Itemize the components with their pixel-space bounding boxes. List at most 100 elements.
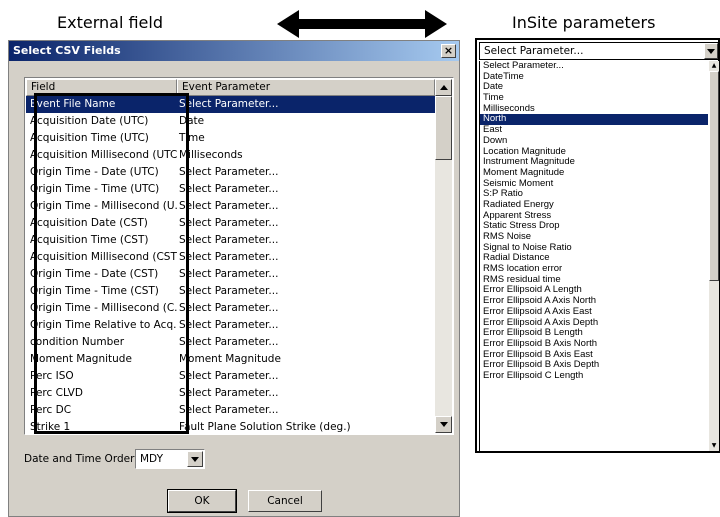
table-row[interactable]: Moment Magnitude Moment Magnitude <box>26 351 435 368</box>
field-cell[interactable]: Origin Time - Millisecond (C... <box>26 300 177 317</box>
parameter-option[interactable]: Location Magnitude <box>480 147 708 158</box>
event-parameter-cell[interactable]: Time <box>177 130 435 147</box>
field-cell[interactable]: Origin Time - Millisecond (U... <box>26 198 177 215</box>
field-cell[interactable]: Origin Time - Date (UTC) <box>26 164 177 181</box>
event-parameter-cell[interactable]: Select Parameter... <box>177 96 435 113</box>
event-parameter-cell[interactable]: Select Parameter... <box>177 249 435 266</box>
table-row[interactable]: Acquisition Millisecond (CST) Select Para… <box>26 249 435 266</box>
table-row[interactable]: Origin Time - Time (UTC) Select Parameter… <box>26 181 435 198</box>
parameter-option[interactable]: Milliseconds <box>480 104 708 115</box>
field-cell[interactable]: Perc ISO <box>26 368 177 385</box>
column-header-field[interactable]: Field <box>26 79 177 96</box>
parameter-option[interactable]: Error Ellipsoid B Axis North <box>480 339 708 350</box>
parameter-option[interactable]: Apparent Stress <box>480 211 708 222</box>
parameter-option[interactable]: Signal to Noise Ratio <box>480 243 708 254</box>
parameter-option[interactable]: Time <box>480 93 708 104</box>
column-header-event-parameter[interactable]: Event Parameter <box>177 79 435 96</box>
event-parameter-cell[interactable]: Milliseconds <box>177 147 435 164</box>
field-cell[interactable]: Acquisition Date (UTC) <box>26 113 177 130</box>
parameter-option[interactable]: Error Ellipsoid A Axis North <box>480 296 708 307</box>
parameter-option[interactable]: Select Parameter... <box>480 61 708 72</box>
parameter-option[interactable]: Error Ellipsoid C Length <box>480 371 708 382</box>
table-row[interactable]: Acquisition Date (CST) Select Parameter..… <box>26 215 435 232</box>
scroll-down-button[interactable] <box>435 416 452 433</box>
cancel-button[interactable]: Cancel <box>248 490 322 512</box>
grid-scrollbar[interactable] <box>435 79 452 433</box>
scroll-thumb[interactable] <box>709 71 719 281</box>
parameter-option[interactable]: DateTime <box>480 72 708 83</box>
dropdown-button[interactable] <box>704 43 718 59</box>
field-cell[interactable]: Acquisition Millisecond (UTC) <box>26 147 177 164</box>
parameter-option[interactable]: North <box>480 114 708 126</box>
field-cell[interactable]: Acquisition Time (UTC) <box>26 130 177 147</box>
event-parameter-cell[interactable]: Select Parameter... <box>177 300 435 317</box>
event-parameter-cell[interactable]: Select Parameter... <box>177 198 435 215</box>
event-parameter-cell[interactable]: Select Parameter... <box>177 215 435 232</box>
event-parameter-cell[interactable]: Select Parameter... <box>177 283 435 300</box>
scroll-up-arrow-icon[interactable]: ▲ <box>709 61 719 71</box>
dropdown-button[interactable] <box>187 451 203 467</box>
parameter-option[interactable]: Error Ellipsoid A Length <box>480 285 708 296</box>
table-row[interactable]: Origin Time - Date (UTC) Select Parameter… <box>26 164 435 181</box>
table-row[interactable]: Perc DC Select Parameter... <box>26 402 435 419</box>
field-cell[interactable]: Acquisition Date (CST) <box>26 215 177 232</box>
parameter-select[interactable]: Select Parameter... <box>479 42 719 60</box>
parameter-option[interactable]: East <box>480 125 708 136</box>
field-cell[interactable]: Moment Magnitude <box>26 351 177 368</box>
field-cell[interactable]: Origin Time Relative to Acq... <box>26 317 177 334</box>
scroll-down-arrow-icon[interactable]: ▼ <box>709 441 719 451</box>
field-cell[interactable]: condition Number <box>26 334 177 351</box>
table-row[interactable]: Event File Name Select Parameter... <box>26 96 435 113</box>
parameter-option[interactable]: Error Ellipsoid B Axis Depth <box>480 360 708 371</box>
event-parameter-cell[interactable]: Fault Plane Solution Strike (deg.) <box>177 419 435 433</box>
event-parameter-cell[interactable]: Select Parameter... <box>177 266 435 283</box>
table-row[interactable]: Origin Time - Millisecond (U... Select Pa… <box>26 198 435 215</box>
table-row[interactable]: Strike 1 Fault Plane Solution Strike (deg… <box>26 419 435 433</box>
event-parameter-cell[interactable]: Select Parameter... <box>177 334 435 351</box>
parameter-option[interactable]: Radiated Energy <box>480 200 708 211</box>
field-cell[interactable]: Perc CLVD <box>26 385 177 402</box>
table-row[interactable]: Acquisition Time (UTC) Time <box>26 130 435 147</box>
field-cell[interactable]: Acquisition Time (CST) <box>26 232 177 249</box>
dialog-titlebar[interactable]: Select CSV Fields × <box>9 41 459 61</box>
event-parameter-cell[interactable]: Moment Magnitude <box>177 351 435 368</box>
parameter-option[interactable]: Instrument Magnitude <box>480 157 708 168</box>
table-row[interactable]: Acquisition Date (UTC) Date <box>26 113 435 130</box>
event-parameter-cell[interactable]: Select Parameter... <box>177 368 435 385</box>
table-row[interactable]: Origin Time Relative to Acq... Select Par… <box>26 317 435 334</box>
parameter-option[interactable]: RMS location error <box>480 264 708 275</box>
parameter-option[interactable]: Static Stress Drop <box>480 221 708 232</box>
field-cell[interactable]: Perc DC <box>26 402 177 419</box>
table-row[interactable]: Origin Time - Time (CST) Select Parameter… <box>26 283 435 300</box>
parameter-option[interactable]: Error Ellipsoid A Axis Depth <box>480 318 708 329</box>
event-parameter-cell[interactable]: Select Parameter... <box>177 402 435 419</box>
event-parameter-cell[interactable]: Select Parameter... <box>177 385 435 402</box>
parameter-option[interactable]: Seismic Moment <box>480 179 708 190</box>
close-button[interactable]: × <box>441 44 456 58</box>
parameter-option[interactable]: Down <box>480 136 708 147</box>
field-cell[interactable]: Origin Time - Time (CST) <box>26 283 177 300</box>
table-row[interactable]: condition Number Select Parameter... <box>26 334 435 351</box>
parameter-option[interactable]: RMS Noise <box>480 232 708 243</box>
field-cell[interactable]: Origin Time - Time (UTC) <box>26 181 177 198</box>
date-time-order-select[interactable]: MDY <box>135 449 205 469</box>
event-parameter-cell[interactable]: Select Parameter... <box>177 164 435 181</box>
event-parameter-cell[interactable]: Date <box>177 113 435 130</box>
table-row[interactable]: Origin Time - Millisecond (C... Select Pa… <box>26 300 435 317</box>
scroll-thumb[interactable] <box>435 96 452 160</box>
event-parameter-cell[interactable]: Select Parameter... <box>177 181 435 198</box>
field-cell[interactable]: Strike 1 <box>26 419 177 433</box>
parameter-option[interactable]: Moment Magnitude <box>480 168 708 179</box>
table-row[interactable]: Perc ISO Select Parameter... <box>26 368 435 385</box>
table-row[interactable]: Acquisition Time (CST) Select Parameter..… <box>26 232 435 249</box>
field-cell[interactable]: Acquisition Millisecond (CST) <box>26 249 177 266</box>
field-cell[interactable]: Event File Name <box>26 96 177 113</box>
parameter-option[interactable]: RMS residual time <box>480 275 708 286</box>
parameter-list-scrollbar[interactable]: ▲ ▼ <box>709 61 719 451</box>
ok-button[interactable]: OK <box>167 489 237 513</box>
parameter-option[interactable]: Date <box>480 82 708 93</box>
parameter-option[interactable]: S:P Ratio <box>480 189 708 200</box>
table-row[interactable]: Perc CLVD Select Parameter... <box>26 385 435 402</box>
event-parameter-cell[interactable]: Select Parameter... <box>177 232 435 249</box>
table-row[interactable]: Acquisition Millisecond (UTC) Millisecond… <box>26 147 435 164</box>
